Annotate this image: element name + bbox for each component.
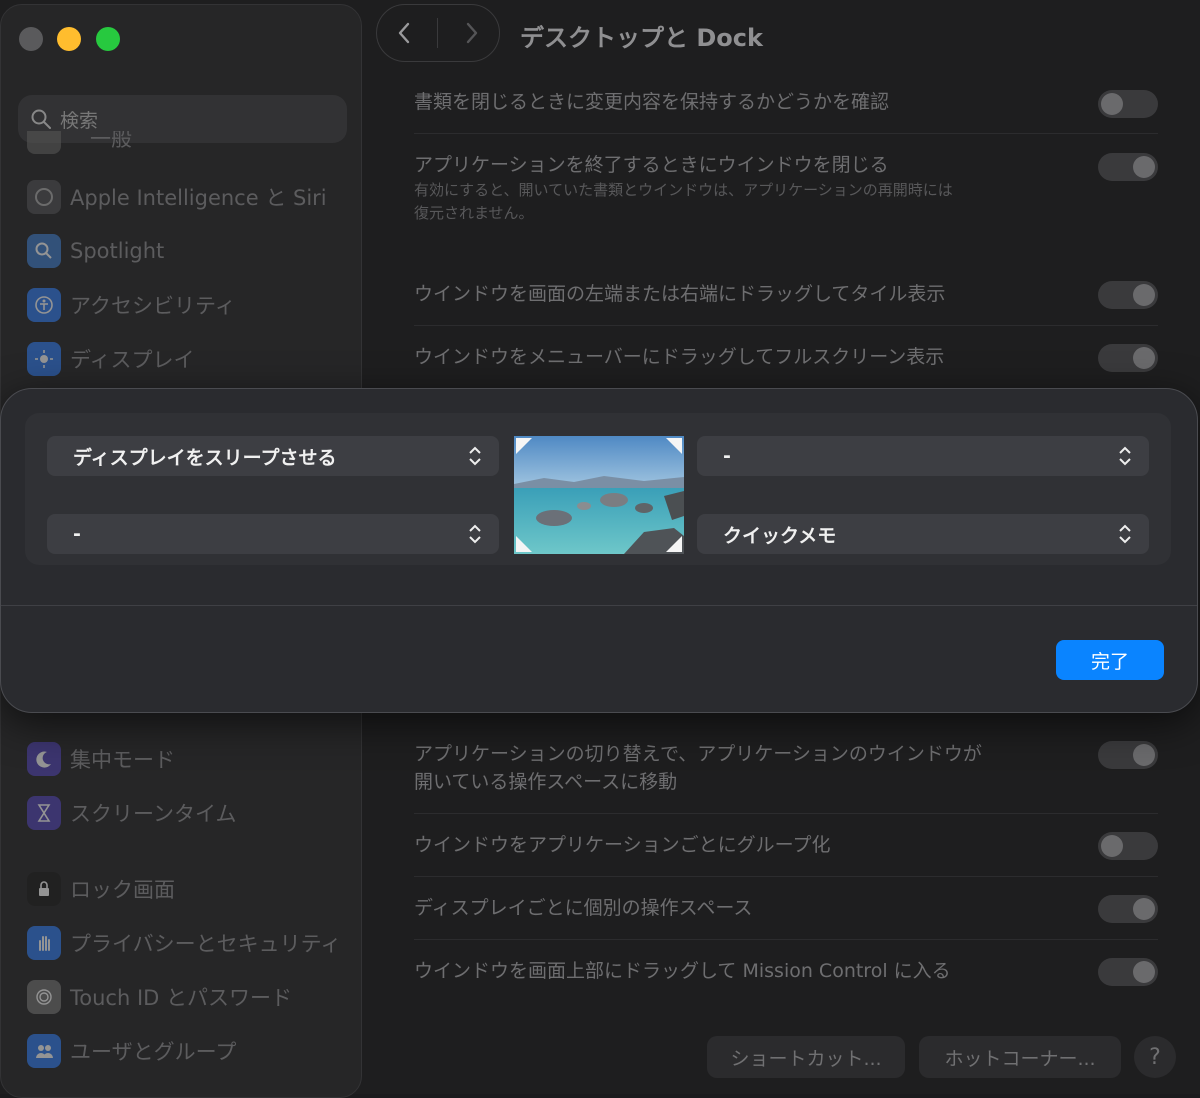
sidebar-item-users[interactable]: ユーザとグループ <box>27 1033 236 1069</box>
sidebar-item-accessibility[interactable]: アクセシビリティ <box>27 287 236 323</box>
display-brightness-icon <box>27 342 61 376</box>
shortcuts-button[interactable]: ショートカット... <box>707 1036 905 1078</box>
navigation-buttons <box>376 4 500 62</box>
page-title: デスクトップと Dock <box>520 24 763 52</box>
setting-label: 書類を閉じるときに変更内容を保持するかどうかを確認 <box>414 91 890 113</box>
sidebar-item-label: アクセシビリティ <box>70 294 236 318</box>
toggle-switch[interactable] <box>1098 344 1158 372</box>
sidebar-item-label: 一般 <box>90 131 132 151</box>
sidebar-item-label: 集中モード <box>70 748 175 772</box>
system-settings-window: 検索 一般 Apple Intelligence と Siri Spotligh… <box>0 0 1200 1098</box>
sidebar-item-label: ロック画面 <box>70 878 175 902</box>
setting-description: 復元されません。 <box>414 204 534 222</box>
up-down-chevron-icon <box>1119 524 1131 544</box>
top-left-corner-popup[interactable]: ディスプレイをスリープさせる <box>47 436 499 476</box>
hourglass-icon <box>27 796 61 830</box>
bottom-left-corner-popup[interactable]: - <box>47 514 499 554</box>
setting-row-close-windows-on-quit: アプリケーションを終了するときにウインドウを閉じる 有効にすると、開いていた書類… <box>414 151 1158 225</box>
sidebar-item-label: ディスプレイ <box>70 348 195 372</box>
sheet-divider <box>1 605 1197 606</box>
up-down-chevron-icon <box>1119 446 1131 466</box>
forward-button[interactable] <box>452 13 492 53</box>
sidebar-item-label: スクリーンタイム <box>70 802 237 826</box>
sidebar-item-lock-screen[interactable]: ロック画面 <box>27 871 175 907</box>
sidebar-item-privacy[interactable]: プライバシーとセキュリティ <box>27 925 341 961</box>
moon-icon <box>27 742 61 776</box>
toggle-switch[interactable] <box>1098 153 1158 181</box>
zoom-window-button[interactable] <box>96 27 120 51</box>
popup-value: - <box>723 445 731 467</box>
setting-row-tile-by-dragging-edges: ウインドウを画面の左端または右端にドラッグしてタイル表示 <box>414 280 1158 309</box>
toggle-switch[interactable] <box>1098 958 1158 986</box>
help-button[interactable]: ? <box>1134 1036 1176 1078</box>
setting-label: ウインドウを画面上部にドラッグして Mission Control に入る <box>414 960 951 982</box>
sidebar-item-label: Spotlight <box>70 239 165 263</box>
sidebar-item-siri[interactable]: Apple Intelligence と Siri <box>27 179 327 215</box>
setting-label: ウインドウをメニューバーにドラッグしてフルスクリーン表示 <box>414 346 945 368</box>
sidebar-item-focus[interactable]: 集中モード <box>27 741 175 777</box>
close-window-button[interactable] <box>19 27 43 51</box>
popup-value: クイックメモ <box>723 524 837 547</box>
chevron-right-icon <box>466 22 478 44</box>
setting-row-mission-control-drag: ウインドウを画面上部にドラッグして Mission Control に入る <box>414 957 1158 986</box>
sidebar-item-spotlight[interactable]: Spotlight <box>27 233 164 269</box>
toggle-switch[interactable] <box>1098 90 1158 118</box>
popup-value: ディスプレイをスリープさせる <box>73 446 337 469</box>
hand-icon <box>27 926 61 960</box>
spotlight-icon <box>27 234 61 268</box>
back-button[interactable] <box>384 13 424 53</box>
popup-value: - <box>73 523 81 545</box>
sidebar-item-label: プライバシーとセキュリティ <box>70 932 342 956</box>
sidebar-item-display[interactable]: ディスプレイ <box>27 341 195 377</box>
accessibility-icon <box>27 288 61 322</box>
sidebar-item-touch-id[interactable]: Touch ID とパスワード <box>27 979 292 1015</box>
sidebar-item-label: Touch ID とパスワード <box>70 986 292 1010</box>
toggle-switch[interactable] <box>1098 832 1158 860</box>
setting-description: 有効にすると、開いていた書類とウインドウは、アプリケーションの再開時には <box>414 181 953 199</box>
desktop-preview-image <box>514 436 684 554</box>
setting-row-group-windows-by-app: ウインドウをアプリケーションごとにグループ化 <box>414 831 1158 860</box>
hot-corners-button[interactable]: ホットコーナー... <box>919 1036 1121 1078</box>
fingerprint-icon <box>27 980 61 1014</box>
gear-icon <box>27 131 61 154</box>
setting-label: ウインドウを画面の左端または右端にドラッグしてタイル表示 <box>414 283 946 305</box>
up-down-chevron-icon <box>469 446 481 466</box>
setting-row-ask-keep-changes: 書類を閉じるときに変更内容を保持するかどうかを確認 <box>414 88 1158 118</box>
done-button[interactable]: 完了 <box>1056 640 1164 680</box>
setting-row-separate-spaces: ディスプレイごとに個別の操作スペース <box>414 894 1158 923</box>
up-down-chevron-icon <box>469 524 481 544</box>
hot-corners-sheet: ディスプレイをスリープさせる - - クイックメモ 完了 <box>0 388 1198 713</box>
sidebar-item-label: ユーザとグループ <box>70 1040 237 1064</box>
lock-icon <box>27 872 61 906</box>
sidebar-item-screen-time[interactable]: スクリーンタイム <box>27 795 237 831</box>
search-icon <box>31 109 51 129</box>
search-placeholder: 検索 <box>60 109 99 132</box>
hot-corners-panel: ディスプレイをスリープさせる - - クイックメモ <box>25 413 1171 565</box>
top-right-corner-popup[interactable]: - <box>697 436 1149 476</box>
setting-label: ディスプレイごとに個別の操作スペース <box>414 897 753 919</box>
setting-label: ウインドウをアプリケーションごとにグループ化 <box>414 834 831 856</box>
users-icon <box>27 1034 61 1068</box>
setting-label: アプリケーションの切り替えで、アプリケーションのウインドウが <box>414 743 982 765</box>
siri-icon <box>27 180 61 214</box>
sidebar-item-label: Apple Intelligence と Siri <box>70 186 327 210</box>
setting-row-switch-to-space: アプリケーションの切り替えで、アプリケーションのウインドウが 開いている操作スペ… <box>414 740 1158 796</box>
setting-label: 開いている操作スペースに移動 <box>414 771 678 793</box>
sidebar-item-general[interactable]: 一般 <box>27 131 132 155</box>
toggle-switch[interactable] <box>1098 741 1158 769</box>
toggle-switch[interactable] <box>1098 281 1158 309</box>
chevron-left-icon <box>398 22 410 44</box>
setting-label: アプリケーションを終了するときにウインドウを閉じる <box>414 154 889 176</box>
minimize-window-button[interactable] <box>57 27 81 51</box>
lake-rocks-image <box>514 436 684 554</box>
toggle-switch[interactable] <box>1098 895 1158 923</box>
setting-row-drag-to-menubar-fullscreen: ウインドウをメニューバーにドラッグしてフルスクリーン表示 <box>414 343 1158 372</box>
bottom-right-corner-popup[interactable]: クイックメモ <box>697 514 1149 554</box>
